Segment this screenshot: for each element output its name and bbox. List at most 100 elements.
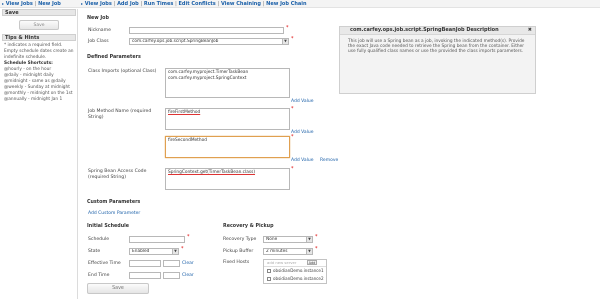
job-class-select[interactable]: com.carfey.ops.job.script.SpringBeanJob … xyxy=(129,38,289,45)
tips-panel-title: Tips & Hints xyxy=(2,34,76,41)
chevron-down-icon: ▼ xyxy=(306,237,312,242)
sidebar-save-button[interactable]: Save xyxy=(19,20,59,30)
close-icon[interactable]: ✖ xyxy=(528,27,532,34)
end-time-input[interactable] xyxy=(163,272,180,279)
top-navigation-bar: ▸ View Jobs | New Job ▸ View Jobs | Add … xyxy=(0,0,600,8)
recovery-type-label: Recovery Type xyxy=(223,237,257,242)
job-method-label-line1: Job Method Name (required xyxy=(88,109,152,114)
spring-bean-label-line1: Spring Bean Access Code xyxy=(88,169,147,174)
add-host-button[interactable]: Add xyxy=(307,260,317,265)
pickup-buffer-select[interactable]: 2 minutes ▼ xyxy=(263,248,313,255)
job-method-label-line2: String) xyxy=(88,115,104,120)
recovery-type-value: None xyxy=(266,237,278,242)
fixed-hosts-label: Fixed Hosts xyxy=(223,260,250,265)
sidebar: Save Save Tips & Hints * indicates a req… xyxy=(0,9,78,299)
required-note-text: * indicates a required field. xyxy=(4,43,63,48)
class-imports-textarea[interactable]: com.carfey.myproject.TimerTaskBean com.c… xyxy=(165,68,290,98)
job-method-textarea-2[interactable]: fireSecondMethod xyxy=(165,136,290,158)
host-name-2: obsidianDemo.instance2 xyxy=(273,276,324,281)
job-class-label: Job Class xyxy=(88,39,109,44)
recovery-pickup-title: Recovery & Pickup xyxy=(223,224,274,229)
chevron-down-icon: ▼ xyxy=(282,39,288,44)
schedule-input[interactable] xyxy=(129,236,185,243)
spring-bean-label-line2: (required String) xyxy=(88,175,127,180)
job-method-value-1: fireFirstMethod xyxy=(168,110,201,115)
schedule-label: Schedule xyxy=(88,237,110,242)
clear-end-link[interactable]: Clear xyxy=(182,273,194,278)
recovery-type-select[interactable]: None ▼ xyxy=(263,236,313,243)
custom-parameters-title: Custom Parameters xyxy=(87,200,141,205)
state-select[interactable]: Enabled ▼ xyxy=(129,248,179,255)
effective-date-input[interactable] xyxy=(129,260,161,267)
fixed-hosts-list: add new server Add obsidianDemo.instance… xyxy=(263,259,327,284)
required-marker: * xyxy=(291,166,294,172)
add-custom-parameter-link[interactable]: Add Custom Parameter xyxy=(88,211,140,216)
host-checkbox[interactable] xyxy=(267,269,271,273)
add-value-link[interactable]: Add Value xyxy=(291,99,314,104)
required-marker: * xyxy=(315,234,318,240)
nav-separator: | xyxy=(262,1,265,7)
nav-separator: | xyxy=(113,1,116,7)
nav-separator: | xyxy=(175,1,177,7)
nav-separator: | xyxy=(217,1,220,7)
nav-view-jobs[interactable]: View Jobs xyxy=(85,1,112,7)
nav-view-chaining[interactable]: View Chaining xyxy=(221,1,261,7)
chevron-down-icon: ▼ xyxy=(306,249,312,254)
pickup-buffer-value: 2 minutes xyxy=(266,249,288,254)
host-input-placeholder: add new server xyxy=(267,260,297,265)
spring-bean-value: SpringContext.get(TimerTaskBean.class) xyxy=(168,170,256,175)
defined-parameters-title: Defined Parameters xyxy=(87,55,141,60)
job-class-value: com.carfey.ops.job.script.SpringBeanJob xyxy=(132,39,219,44)
add-value-link[interactable]: Add Value xyxy=(291,158,314,163)
state-value: Enabled xyxy=(132,249,150,254)
sidebar-nav: ▸ View Jobs | New Job xyxy=(2,1,61,7)
state-label: State xyxy=(88,249,101,254)
description-body: This job will use a Spring bean as a job… xyxy=(348,39,525,55)
arrow-right-icon: ▸ xyxy=(81,1,84,6)
host-row-1[interactable]: obsidianDemo.instance1 xyxy=(264,267,326,275)
job-method-value-2: fireSecondMethod xyxy=(168,138,207,143)
chevron-down-icon: ▼ xyxy=(172,249,178,254)
required-marker: * xyxy=(291,106,294,112)
description-panel: com.carfey.ops.job.script.SpringBeanJob … xyxy=(339,26,536,94)
host-name-1: obsidianDemo.instance1 xyxy=(273,268,324,273)
nickname-label: Nickname xyxy=(88,28,111,33)
host-input[interactable]: add new server Add xyxy=(264,260,326,267)
description-title-text: com.carfey.ops.job.script.SpringBeanJob … xyxy=(350,27,499,33)
nav-new-job-chain[interactable]: New Job Chain xyxy=(266,1,306,7)
class-import-line-2: com.carfey.myproject.SpringContext xyxy=(168,75,247,81)
required-marker: * xyxy=(291,134,294,140)
arrow-right-icon: ▸ xyxy=(2,1,5,6)
host-row-2[interactable]: obsidianDemo.instance2 xyxy=(264,275,326,283)
add-value-link[interactable]: Add Value xyxy=(291,130,314,135)
page-title: New Job xyxy=(87,16,109,21)
required-marker: * xyxy=(291,36,294,42)
host-checkbox[interactable] xyxy=(267,277,271,281)
nickname-input[interactable] xyxy=(129,27,284,34)
effective-time-input[interactable] xyxy=(163,260,180,267)
nav-new-job-left[interactable]: New Job xyxy=(38,1,61,7)
save-panel: Save Save xyxy=(2,9,76,30)
tips-panel: Tips & Hints * indicates a required fiel… xyxy=(2,34,76,103)
end-time-label: End Time xyxy=(88,273,110,278)
job-method-textarea-1[interactable]: fireFirstMethod xyxy=(165,108,290,130)
pickup-buffer-label: Pickup Buffer xyxy=(223,249,254,254)
clear-effective-link[interactable]: Clear xyxy=(182,261,194,266)
nav-edit-conflicts[interactable]: Edit Conflicts xyxy=(179,1,216,7)
required-marker: * xyxy=(286,25,289,31)
spring-bean-textarea[interactable]: SpringContext.get(TimerTaskBean.class) xyxy=(165,168,290,190)
nav-separator: | xyxy=(140,1,143,7)
nav-run-times[interactable]: Run Times xyxy=(144,1,173,7)
end-date-input[interactable] xyxy=(129,272,161,279)
class-imports-label: Class Imports (optional Class) xyxy=(88,69,157,74)
shortcut-annually: @annually - midnight Jan 1 xyxy=(4,97,63,102)
required-marker: * xyxy=(187,234,190,240)
remove-link[interactable]: Remove xyxy=(320,158,338,163)
save-button[interactable]: Save xyxy=(87,283,149,294)
main-nav: ▸ View Jobs | Add Job | Run Times | Edit… xyxy=(81,1,307,7)
nav-view-jobs-left[interactable]: View Jobs xyxy=(6,1,33,7)
required-marker: * xyxy=(315,246,318,252)
nav-add-job[interactable]: Add Job xyxy=(117,1,139,7)
description-title: com.carfey.ops.job.script.SpringBeanJob … xyxy=(340,27,535,35)
required-marker: * xyxy=(181,246,184,252)
